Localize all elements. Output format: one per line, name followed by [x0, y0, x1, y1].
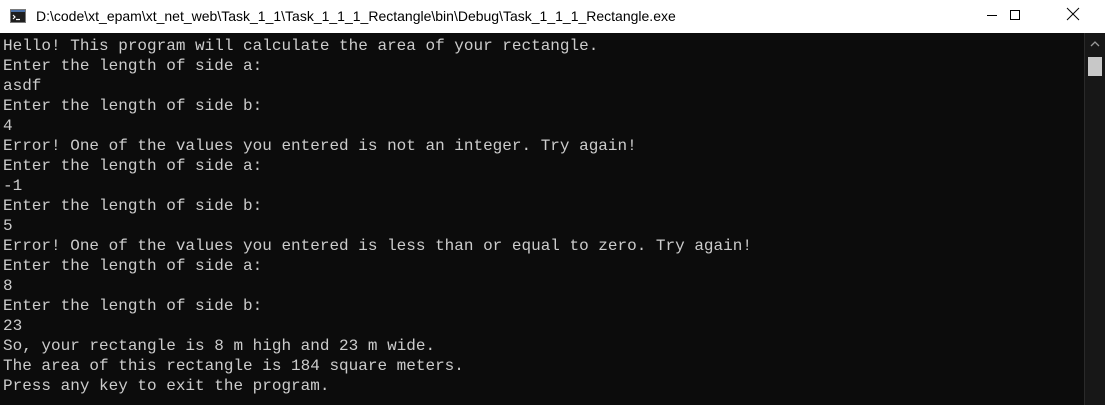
close-icon	[1066, 7, 1080, 26]
maximize-button[interactable]	[992, 0, 1038, 33]
vertical-scrollbar[interactable]	[1084, 33, 1105, 405]
console-line: -1	[3, 177, 23, 195]
chevron-up-icon	[1090, 35, 1100, 53]
console-line: Enter the length of side a:	[3, 157, 263, 175]
console-line: asdf	[3, 77, 42, 95]
console-line: The area of this rectangle is 184 square…	[3, 357, 464, 375]
console-line: 23	[3, 317, 23, 335]
console-line: Enter the length of side b:	[3, 97, 263, 115]
console-app-icon	[10, 8, 26, 24]
scrollbar-thumb[interactable]	[1088, 57, 1102, 76]
console-line: So, your rectangle is 8 m high and 23 m …	[3, 337, 436, 355]
console-line: 5	[3, 217, 13, 235]
console-line: Enter the length of side a:	[3, 257, 263, 275]
close-button[interactable]	[1050, 0, 1096, 33]
maximize-icon	[1009, 8, 1021, 26]
title-bar[interactable]: D:\code\xt_epam\xt_net_web\Task_1_1\Task…	[0, 0, 1105, 33]
console-line: Error! One of the values you entered is …	[3, 237, 752, 255]
console-line: Enter the length of side a:	[3, 57, 263, 75]
console-line: 8	[3, 277, 13, 295]
console-line: Press any key to exit the program.	[3, 377, 330, 395]
console-output[interactable]: Hello! This program will calculate the a…	[0, 33, 1084, 405]
console-line: Enter the length of side b:	[3, 197, 263, 215]
console-line: 4	[3, 117, 13, 135]
scroll-up-button[interactable]	[1085, 33, 1105, 55]
window-title: D:\code\xt_epam\xt_net_web\Task_1_1\Task…	[36, 8, 676, 24]
console-line: Error! One of the values you entered is …	[3, 137, 637, 155]
console-line: Hello! This program will calculate the a…	[3, 37, 599, 55]
console-line: Enter the length of side b:	[3, 297, 263, 315]
console-window: D:\code\xt_epam\xt_net_web\Task_1_1\Task…	[0, 0, 1105, 405]
